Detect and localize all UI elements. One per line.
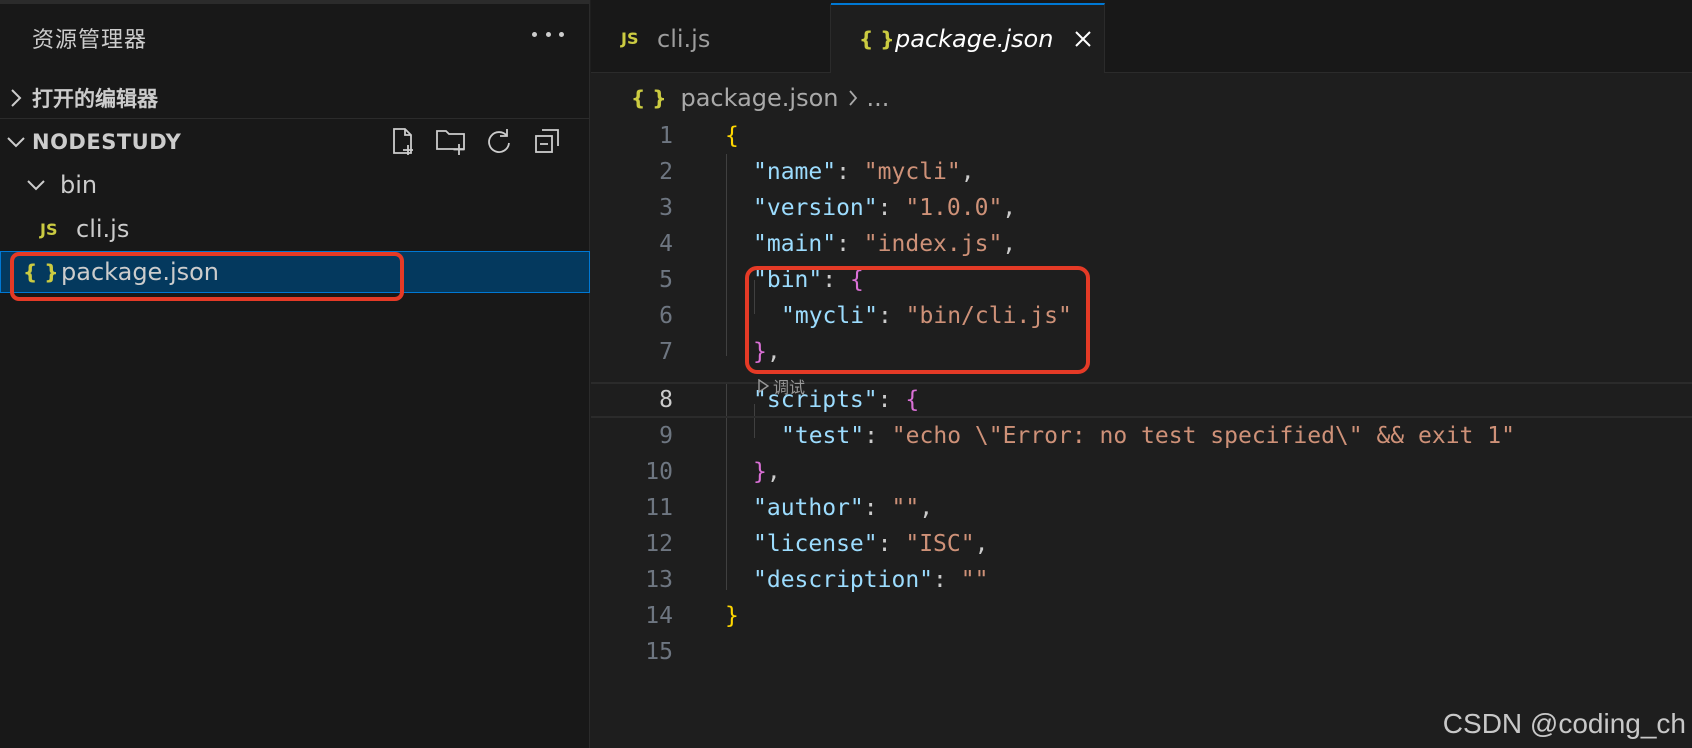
section-divider xyxy=(0,118,590,119)
value-main: index.js xyxy=(877,231,989,257)
json-file-icon: { } xyxy=(23,260,59,284)
code-text: "mycli": "bin/cli.js" xyxy=(781,303,1072,329)
code-line: 12 "license": "ISC", xyxy=(591,526,1692,562)
tab-label: package.json xyxy=(895,25,1054,53)
code-text: }, xyxy=(753,459,781,485)
code-line: 15 xyxy=(591,634,1692,670)
code-text: } xyxy=(725,603,739,629)
play-icon xyxy=(758,379,769,393)
value-license: ISC xyxy=(919,531,961,557)
line-number: 11 xyxy=(645,495,673,521)
watermark: CSDN @coding_ch xyxy=(1442,708,1686,739)
breadcrumb: { } package.json ... xyxy=(631,78,889,118)
tree-folder-label: bin xyxy=(60,171,98,199)
project-label: NODESTUDY xyxy=(32,130,182,154)
code-text: "author": "", xyxy=(753,495,934,521)
project-actions xyxy=(386,124,564,158)
code-text: "name": "mycli", xyxy=(753,159,975,185)
code-line: 2 "name": "mycli", xyxy=(591,154,1692,190)
code-line: 14 } xyxy=(591,598,1692,634)
tab-cli-js[interactable]: JS cli.js xyxy=(591,4,831,73)
javascript-file-icon: JS xyxy=(40,219,58,239)
chevron-right-icon xyxy=(848,89,858,107)
code-line: 1 { xyxy=(591,118,1692,154)
chevron-right-icon xyxy=(0,88,32,108)
line-number: 15 xyxy=(645,639,673,665)
line-number: 5 xyxy=(659,267,673,293)
code-text: }, xyxy=(753,339,781,365)
line-number: 2 xyxy=(659,159,673,185)
breadcrumb-symbol[interactable]: ... xyxy=(866,84,889,112)
line-number: 13 xyxy=(645,567,673,593)
explorer-title: 资源管理器 xyxy=(32,28,148,53)
line-number: 10 xyxy=(645,459,673,485)
code-text: "test": "echo \"Error: no test specified… xyxy=(781,423,1515,449)
refresh-icon[interactable] xyxy=(482,124,516,158)
sidebar-top-border xyxy=(0,0,590,4)
new-folder-icon[interactable] xyxy=(434,124,468,158)
json-file-icon: { } xyxy=(859,27,895,51)
code-line: 6 "mycli": "bin/cli.js" xyxy=(591,298,1692,334)
javascript-file-icon: JS xyxy=(621,29,639,48)
open-editors-label: 打开的编辑器 xyxy=(32,87,158,111)
tree-file-label: package.json xyxy=(61,258,220,286)
code-line: 9 "test": "echo \"Error: no test specifi… xyxy=(591,418,1692,454)
code-text: "description": "" xyxy=(753,567,989,593)
code-line: 11 "author": "", xyxy=(591,490,1692,526)
line-number: 6 xyxy=(659,303,673,329)
line-number: 7 xyxy=(659,339,673,365)
tab-package-json[interactable]: { } package.json xyxy=(831,3,1105,73)
tree-file-package-json[interactable]: { } package.json xyxy=(0,251,590,293)
code-line: 4 "main": "index.js", xyxy=(591,226,1692,262)
editor-area: JS cli.js { } package.json { } package.j… xyxy=(591,0,1692,748)
collapse-all-icon[interactable] xyxy=(530,124,564,158)
code-text: "version": "1.0.0", xyxy=(753,195,1017,221)
chevron-down-icon xyxy=(0,136,32,148)
close-icon[interactable] xyxy=(1071,27,1095,51)
tab-label: cli.js xyxy=(657,24,711,53)
explorer-sidebar: 资源管理器 打开的编辑器 NODESTUDY bin JS cli.js {}… xyxy=(0,0,590,748)
debug-codelens[interactable]: 调试 xyxy=(757,374,805,398)
new-file-icon[interactable] xyxy=(386,124,420,158)
code-text: "license": "ISC", xyxy=(753,531,989,557)
code-line: 5 "bin": { xyxy=(591,262,1692,298)
code-line: 7 }, xyxy=(591,334,1692,370)
code-text: "main": "index.js", xyxy=(753,231,1017,257)
line-number: 1 xyxy=(659,123,673,149)
ellipsis-icon[interactable] xyxy=(532,22,564,46)
line-number: 12 xyxy=(645,531,673,557)
value-name: mycli xyxy=(877,159,947,185)
codelens-label: 调试 xyxy=(773,378,806,397)
breadcrumb-file[interactable]: package.json xyxy=(680,84,838,112)
code-line: 13 "description": "" xyxy=(591,562,1692,598)
tree-file-label: cli.js xyxy=(76,215,130,243)
json-file-icon: { } xyxy=(631,86,667,110)
code-text: { xyxy=(725,123,739,149)
code-line: 3 "version": "1.0.0", xyxy=(591,190,1692,226)
code-text: "bin": { xyxy=(753,267,864,293)
value-test: echo \"Error: no test specified\" && exi… xyxy=(905,423,1502,449)
tab-bar: JS cli.js { } package.json xyxy=(591,0,1692,73)
tree-file-cli[interactable]: JS cli.js xyxy=(0,208,590,250)
open-editors-section[interactable]: 打开的编辑器 xyxy=(0,78,590,118)
line-number: 14 xyxy=(645,603,673,629)
value-bin-mycli: bin/cli.js xyxy=(919,303,1058,329)
line-number: 3 xyxy=(659,195,673,221)
line-number: 4 xyxy=(659,231,673,257)
tree-folder-bin[interactable]: bin xyxy=(0,164,590,206)
value-version: 1.0.0 xyxy=(919,195,989,221)
line-number: 8 xyxy=(659,387,673,413)
code-line: 10 }, xyxy=(591,454,1692,490)
chevron-down-icon xyxy=(26,179,52,191)
line-number: 9 xyxy=(659,423,673,449)
